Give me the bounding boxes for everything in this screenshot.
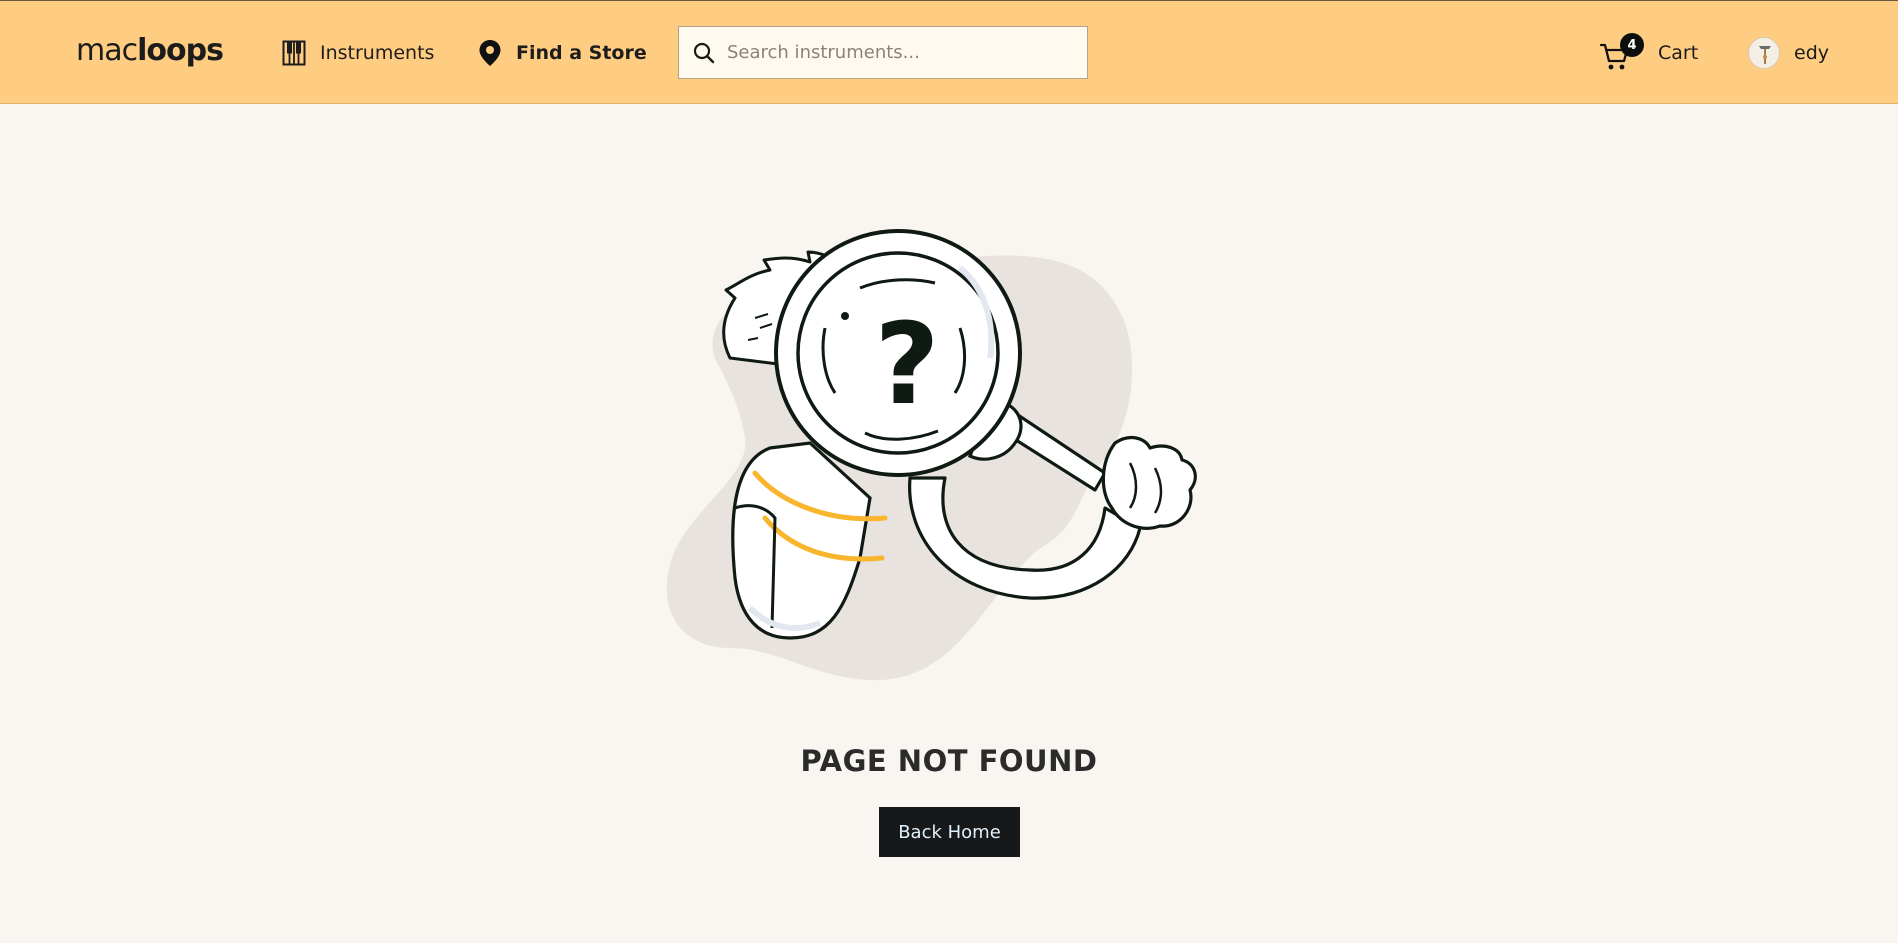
avatar-image-icon <box>1749 38 1779 68</box>
user-menu[interactable]: edy <box>1748 33 1829 73</box>
avatar <box>1748 37 1780 69</box>
map-pin-icon <box>479 40 501 66</box>
svg-text:?: ? <box>875 300 940 430</box>
logo-text-bold: loops <box>137 33 224 68</box>
nav-find-store-label: Find a Store <box>516 42 647 64</box>
user-name: edy <box>1794 42 1829 64</box>
person-with-magnifier-illustration: ? <box>666 229 1197 681</box>
cart-icon-wrap: 4 <box>1600 33 1644 70</box>
back-home-button[interactable]: Back Home <box>879 807 1020 857</box>
nav-instruments-link[interactable]: Instruments <box>282 37 434 69</box>
search-box[interactable] <box>678 26 1088 79</box>
logo-text-light: mac <box>76 33 138 68</box>
top-header: macloops Instruments Find a Store Search… <box>0 0 1898 104</box>
cart-count-badge: 4 <box>1620 33 1644 57</box>
nav-find-store-link[interactable]: Find a Store <box>478 37 647 69</box>
cart-link[interactable]: 4 Cart <box>1600 33 1698 73</box>
search-input[interactable] <box>727 42 1067 63</box>
macloops-logo[interactable]: macloops <box>76 31 224 71</box>
not-found-illustration: ? <box>660 228 1240 698</box>
page-not-found-title: PAGE NOT FOUND <box>800 744 1098 778</box>
nav-instruments-label: Instruments <box>320 42 435 64</box>
piano-keys-icon <box>282 40 306 66</box>
cart-label: Cart <box>1658 42 1699 64</box>
search-icon <box>693 42 715 63</box>
